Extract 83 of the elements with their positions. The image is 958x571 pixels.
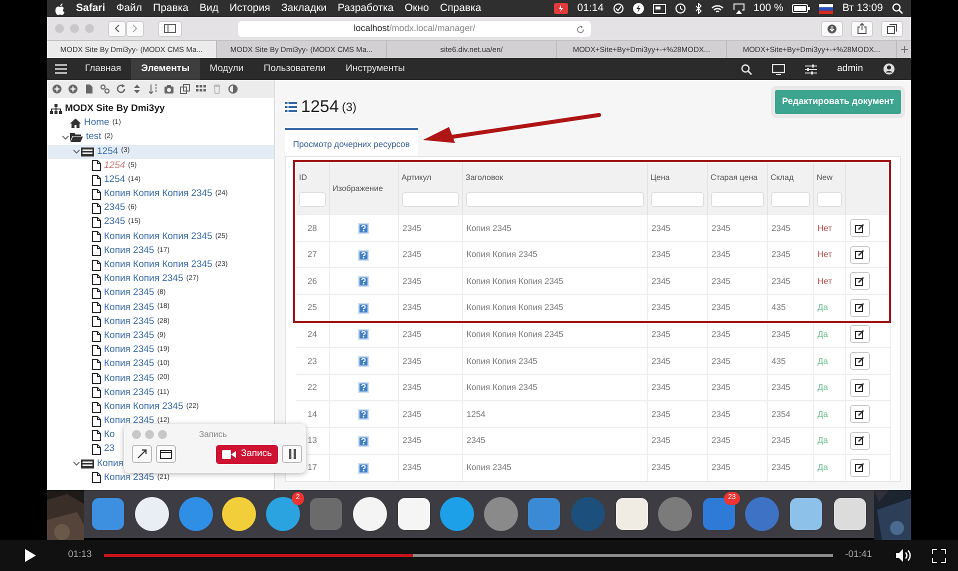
page-title: 1254	[301, 96, 339, 118]
table-cell: 435	[767, 348, 813, 374]
elapsed-time: 01:13	[68, 548, 92, 562]
menubar-clock: Вт 13:09	[842, 0, 883, 16]
window-title: Запись	[199, 428, 227, 441]
table-cell: 2345	[462, 428, 647, 454]
table-cell: 2345	[767, 241, 813, 268]
table-cell: 2345	[398, 294, 462, 322]
table-cell: 25	[296, 294, 329, 322]
table-cell: Копия Копия 2345	[462, 241, 647, 268]
table-cell: 2345	[398, 268, 462, 295]
column-header: Изображение	[332, 184, 383, 192]
recording-time: 01:14	[577, 0, 604, 16]
table-cell: Копия Копия 2345	[462, 348, 647, 374]
table-cell: 2345	[707, 454, 767, 481]
table-cell: 2345	[398, 400, 462, 428]
table-cell: Да	[813, 348, 845, 374]
table-cell: 2345	[707, 321, 767, 348]
table-cell: 2345	[647, 321, 707, 348]
table-cell: 2345	[707, 428, 767, 454]
table-cell: 2345	[707, 400, 767, 428]
table-cell: 2345	[647, 374, 707, 401]
table-cell: Копия 2345	[462, 214, 647, 242]
table-cell: Да	[813, 294, 845, 322]
table-cell: 2345	[767, 374, 813, 401]
table-cell: Нет	[813, 214, 845, 242]
table-cell: 2345	[647, 348, 707, 374]
table-cell: 2345	[398, 241, 462, 268]
table-cell: 2345	[767, 454, 813, 481]
table-cell: Да	[813, 454, 845, 481]
table-cell: 2345	[398, 214, 462, 242]
column-header: Цена	[650, 172, 670, 182]
table-cell: 435	[767, 294, 813, 322]
table-cell: 2345	[767, 428, 813, 454]
table-cell: 2345	[707, 374, 767, 401]
table-cell: 27	[296, 241, 329, 268]
table-cell: 2345	[647, 294, 707, 322]
table-cell: Да	[813, 374, 845, 401]
table-cell: 2345	[398, 374, 462, 401]
table-cell: 2345	[707, 214, 767, 242]
table-cell: 24	[296, 321, 329, 348]
page-count: (3)	[342, 98, 356, 116]
table-cell: Нет	[813, 241, 845, 268]
table-cell: 2345	[647, 428, 707, 454]
table-cell: Копия Копия Копия 2345	[462, 321, 647, 348]
table-cell: Копия 2345	[462, 454, 647, 481]
table-cell: Да	[813, 321, 845, 348]
table-cell: 2345	[398, 321, 462, 348]
table-cell: 1254	[462, 400, 647, 428]
table-cell: Копия Копия 2345	[462, 374, 647, 401]
table-cell: 2345	[767, 268, 813, 295]
table-cell: Копия Копия Копия 2345	[462, 268, 647, 295]
table-cell: Да	[813, 428, 845, 454]
table-cell: 2345	[398, 428, 462, 454]
table-cell: 28	[296, 214, 329, 242]
table-cell: Нет	[813, 268, 845, 295]
table-cell: Копия Копия Копия 2345	[462, 294, 647, 322]
table-cell: 2345	[707, 268, 767, 295]
table-cell: 23	[296, 348, 329, 374]
battery-percent: 100 %	[754, 0, 784, 16]
table-cell: 2345	[707, 241, 767, 268]
table-cell: 2345	[707, 348, 767, 374]
table-cell: 2345	[647, 214, 707, 242]
column-header: Старая цена	[710, 172, 758, 182]
table-cell: 2345	[398, 348, 462, 374]
table-cell: 22	[296, 374, 329, 401]
table-cell: 2345	[707, 294, 767, 322]
table-cell: 2345	[398, 454, 462, 481]
remaining-time: -01:41	[845, 548, 872, 562]
column-header: New	[816, 172, 833, 182]
column-header: Заголовок	[466, 172, 504, 182]
table-cell: 2345	[647, 454, 707, 481]
table-cell: 2354	[767, 400, 813, 428]
column-header: Склад	[770, 172, 794, 182]
column-header: Артикул	[402, 172, 432, 182]
table-cell: Да	[813, 400, 845, 428]
table-cell: 2345	[767, 214, 813, 242]
table-cell: 2345	[647, 268, 707, 295]
table-cell: 2345	[767, 321, 813, 348]
table-cell: 2345	[647, 241, 707, 268]
table-cell: 26	[296, 268, 329, 295]
column-header: ID	[299, 172, 307, 182]
table-cell: 2345	[647, 400, 707, 428]
